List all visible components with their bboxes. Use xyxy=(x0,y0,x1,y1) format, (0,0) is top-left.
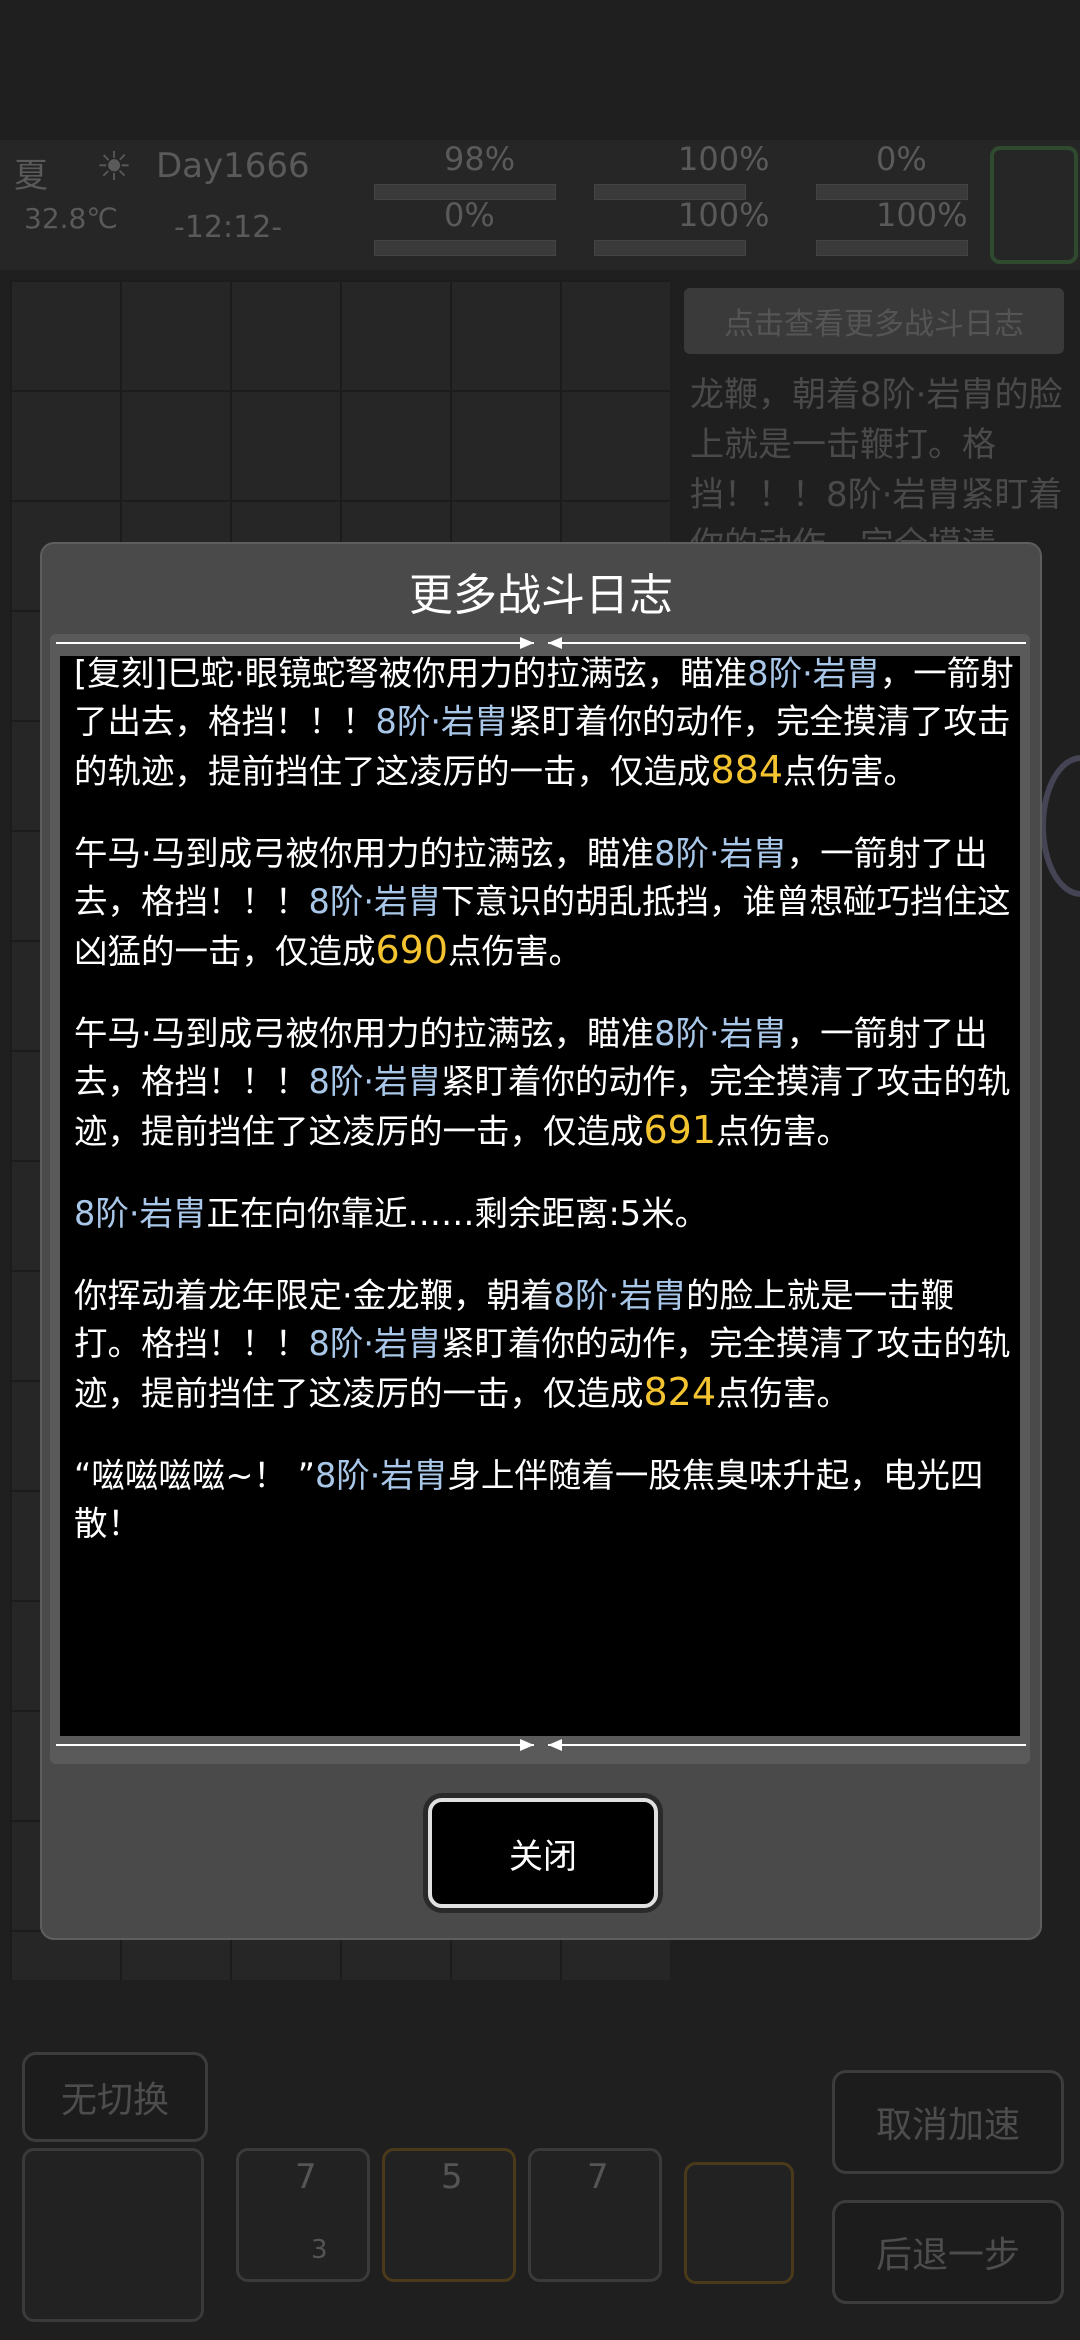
monster-name: 8阶·岩胄 xyxy=(308,1324,441,1363)
stat-thirst: 100% xyxy=(678,196,770,234)
log-segment: 你挥动着龙年限定·金龙鞭，朝着 xyxy=(74,1276,554,1315)
log-entry: 午马·马到成弓被你用力的拉满弦，瞄准8阶·岩胄，一箭射了出去，格挡！！！8阶·岩… xyxy=(74,1010,1018,1156)
bottom-divider-ornament xyxy=(56,1739,1026,1751)
skill-slot-3[interactable]: 7 xyxy=(528,2148,662,2282)
log-entry: “嗞嗞嗞嗞~！ ”8阶·岩胄身上伴随着一股焦臭味升起，电光四散！ xyxy=(74,1452,1018,1548)
battle-log-text: [复刻]巳蛇·眼镜蛇弩被你用力的拉满弦，瞄准8阶·岩胄，一箭射了出去，格挡！！！… xyxy=(74,656,1018,1582)
monster-name: 8阶·岩胄 xyxy=(314,1456,448,1495)
item-slot[interactable] xyxy=(684,2162,794,2284)
top-divider-ornament xyxy=(56,637,1026,649)
dialog-title: 更多战斗日志 xyxy=(409,570,673,621)
log-segment: 午马·马到成弓被你用力的拉满弦，瞄准 xyxy=(74,834,655,873)
damage-value: 824 xyxy=(643,1370,717,1414)
armor-bar xyxy=(816,184,968,200)
slot-count: 7 xyxy=(587,2157,609,2197)
monster-name: 8阶·岩胄 xyxy=(308,882,441,921)
temperature-label: 32.8℃ xyxy=(24,202,118,235)
mood-bar xyxy=(816,240,968,256)
clock-label: -12:12- xyxy=(174,210,283,245)
status-bar: 夏 ☀ 32.8℃ Day1666 -12:12- 98% 0% 100% 10… xyxy=(0,140,1080,270)
stat-mood: 100% xyxy=(876,196,968,234)
monster-name: 8阶·岩胄 xyxy=(308,1062,441,1101)
monster-name: 8阶·岩胄 xyxy=(654,834,787,873)
day-label: Day1666 xyxy=(156,146,310,186)
battle-log-dialog: 更多战斗日志 [复刻]巳蛇·眼镜蛇弩被你用力的拉满弦，瞄准8阶·岩胄，一箭射了出… xyxy=(40,542,1042,1940)
stat-health: 98% xyxy=(444,140,516,178)
monster-name: 8阶·岩胄 xyxy=(553,1276,687,1315)
log-segment: 点伤害。 xyxy=(716,1112,851,1151)
skill-slot-1[interactable]: 7 3 xyxy=(236,2148,370,2282)
sun-icon: ☀ xyxy=(96,144,132,190)
log-segment: “嗞嗞嗞嗞~！ ” xyxy=(74,1456,315,1495)
log-segment: 正在向你靠近……剩余距离:5米。 xyxy=(206,1194,709,1233)
damage-value: 884 xyxy=(710,748,784,792)
thirst-bar xyxy=(594,240,746,256)
cancel-speed-button[interactable]: 取消加速 xyxy=(832,2070,1064,2174)
hunger-bar xyxy=(594,184,746,200)
log-entry: 8阶·岩胄正在向你靠近……剩余距离:5米。 xyxy=(74,1190,1018,1238)
backpack-button[interactable] xyxy=(990,146,1078,264)
side-ring-icon[interactable] xyxy=(1040,755,1080,897)
log-segment: 点伤害。 xyxy=(783,752,918,791)
battle-log-scroll[interactable]: [复刻]巳蛇·眼镜蛇弩被你用力的拉满弦，瞄准8阶·岩胄，一箭射了出去，格挡！！！… xyxy=(60,656,1020,1736)
monster-name: 8阶·岩胄 xyxy=(654,1014,787,1053)
log-preview: 龙鞭，朝着8阶·岩胄的脸上就是一击鞭打。格挡！！！8阶·岩胄紧盯着你的动作，完全… xyxy=(690,375,1063,565)
close-button[interactable]: 关闭 xyxy=(428,1798,658,1908)
slot-count: 7 xyxy=(295,2157,317,2197)
view-more-log-button[interactable]: 点击查看更多战斗日志 xyxy=(684,288,1064,354)
slot-badge: 3 xyxy=(311,2235,328,2265)
damage-value: 690 xyxy=(375,928,449,972)
health-bar xyxy=(374,184,556,200)
log-segment: 点伤害。 xyxy=(716,1374,851,1413)
log-segment: 点伤害。 xyxy=(448,932,583,971)
stat-armor: 0% xyxy=(876,140,927,178)
monster-name: 8阶·岩胄 xyxy=(74,1194,207,1233)
stat-hunger: 100% xyxy=(678,140,770,178)
monster-name: 8阶·岩胄 xyxy=(375,702,508,741)
step-back-button[interactable]: 后退一步 xyxy=(832,2200,1064,2304)
slot-count: 5 xyxy=(441,2157,463,2197)
stamina-bar xyxy=(374,240,556,256)
log-segment: 午马·马到成弓被你用力的拉满弦，瞄准 xyxy=(74,1014,655,1053)
monster-name: 8阶·岩胄 xyxy=(747,656,880,693)
weapon-slot-main[interactable] xyxy=(22,2148,204,2322)
log-entry: 你挥动着龙年限定·金龙鞭，朝着8阶·岩胄的脸上就是一击鞭打。格挡！！！8阶·岩胄… xyxy=(74,1272,1018,1418)
stat-stamina: 0% xyxy=(444,196,495,234)
log-entry: [复刻]巳蛇·眼镜蛇弩被你用力的拉满弦，瞄准8阶·岩胄，一箭射了出去，格挡！！！… xyxy=(74,656,1018,796)
skill-slot-2[interactable]: 5 xyxy=(382,2148,516,2282)
damage-value: 691 xyxy=(643,1108,717,1152)
log-segment: [复刻]巳蛇·眼镜蛇弩被你用力的拉满弦，瞄准 xyxy=(74,656,748,693)
log-entry: 午马·马到成弓被你用力的拉满弦，瞄准8阶·岩胄，一箭射了出去，格挡！！！8阶·岩… xyxy=(74,830,1018,976)
no-switch-button[interactable]: 无切换 xyxy=(22,2052,208,2142)
season-label: 夏 xyxy=(14,156,48,196)
